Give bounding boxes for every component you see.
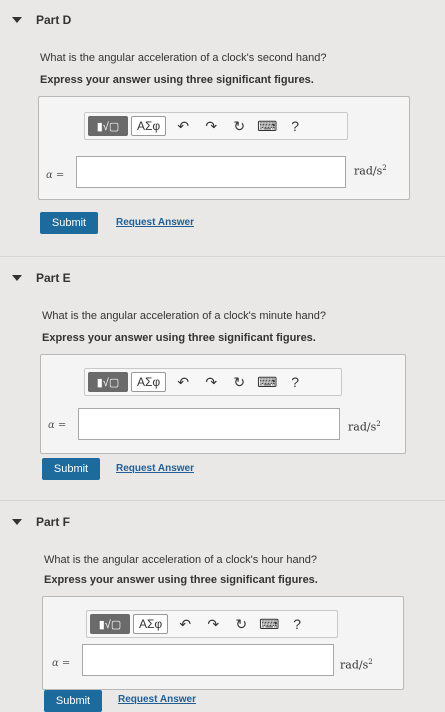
submit-button[interactable]: Submit	[40, 212, 98, 234]
keyboard-icon[interactable]: ⌨	[256, 372, 278, 392]
unit-exponent: 2	[382, 164, 387, 172]
redo-icon[interactable]: ↷	[200, 372, 222, 392]
request-answer-link[interactable]: Request Answer	[116, 463, 194, 474]
variable-label: α =	[52, 658, 71, 669]
part-f-header[interactable]: Part F	[0, 502, 445, 542]
question-text: What is the angular acceleration of a cl…	[40, 52, 327, 64]
keyboard-icon[interactable]: ⌨	[256, 116, 278, 136]
collapse-caret-icon[interactable]	[12, 17, 22, 23]
instruction-text: Express your answer using three signific…	[40, 74, 314, 86]
submit-button[interactable]: Submit	[44, 690, 102, 712]
answer-input[interactable]	[82, 644, 334, 676]
part-title: Part E	[36, 271, 71, 285]
part-d-header[interactable]: Part D	[0, 0, 445, 40]
template-button[interactable]: ▮√▢	[88, 116, 128, 136]
reset-icon[interactable]: ↻	[230, 614, 252, 634]
undo-icon[interactable]: ↶	[172, 372, 194, 392]
answer-input[interactable]	[78, 408, 340, 440]
greek-symbols-button[interactable]: ΑΣφ	[131, 116, 167, 136]
unit-base: rad/s	[348, 420, 377, 434]
question-text: What is the angular acceleration of a cl…	[44, 554, 317, 566]
unit-exponent: 2	[376, 420, 381, 428]
divider	[0, 256, 445, 257]
undo-icon[interactable]: ↶	[174, 614, 196, 634]
math-toolbar: ▮√▢ ΑΣφ ↶ ↷ ↻ ⌨ ?	[86, 610, 338, 638]
unit-label: rad/s2	[348, 420, 381, 434]
help-icon[interactable]: ?	[286, 614, 308, 634]
redo-icon[interactable]: ↷	[202, 614, 224, 634]
variable-label: α =	[48, 420, 67, 431]
part-e-header[interactable]: Part E	[0, 258, 445, 298]
divider	[0, 500, 445, 501]
reset-icon[interactable]: ↻	[228, 116, 250, 136]
unit-label: rad/s2	[354, 164, 387, 178]
math-toolbar: ▮√▢ ΑΣφ ↶ ↷ ↻ ⌨ ?	[84, 112, 348, 140]
instruction-text: Express your answer using three signific…	[44, 574, 318, 586]
question-text: What is the angular acceleration of a cl…	[42, 310, 326, 322]
unit-label: rad/s2	[340, 658, 373, 672]
template-button[interactable]: ▮√▢	[88, 372, 128, 392]
part-title: Part D	[36, 13, 72, 27]
template-button[interactable]: ▮√▢	[90, 614, 130, 634]
keyboard-icon[interactable]: ⌨	[258, 614, 280, 634]
undo-icon[interactable]: ↶	[172, 116, 194, 136]
instruction-text: Express your answer using three signific…	[42, 332, 316, 344]
reset-icon[interactable]: ↻	[228, 372, 250, 392]
answer-input[interactable]	[76, 156, 346, 188]
help-icon[interactable]: ?	[284, 372, 306, 392]
submit-button[interactable]: Submit	[42, 458, 100, 480]
unit-base: rad/s	[354, 164, 383, 178]
redo-icon[interactable]: ↷	[200, 116, 222, 136]
greek-symbols-button[interactable]: ΑΣφ	[131, 372, 167, 392]
request-answer-link[interactable]: Request Answer	[116, 217, 194, 228]
unit-base: rad/s	[340, 658, 369, 672]
math-toolbar: ▮√▢ ΑΣφ ↶ ↷ ↻ ⌨ ?	[84, 368, 342, 396]
help-icon[interactable]: ?	[284, 116, 306, 136]
greek-symbols-button[interactable]: ΑΣφ	[133, 614, 169, 634]
part-title: Part F	[36, 515, 71, 529]
variable-label: α =	[46, 170, 65, 181]
unit-exponent: 2	[368, 658, 373, 666]
collapse-caret-icon[interactable]	[12, 275, 22, 281]
collapse-caret-icon[interactable]	[12, 519, 22, 525]
